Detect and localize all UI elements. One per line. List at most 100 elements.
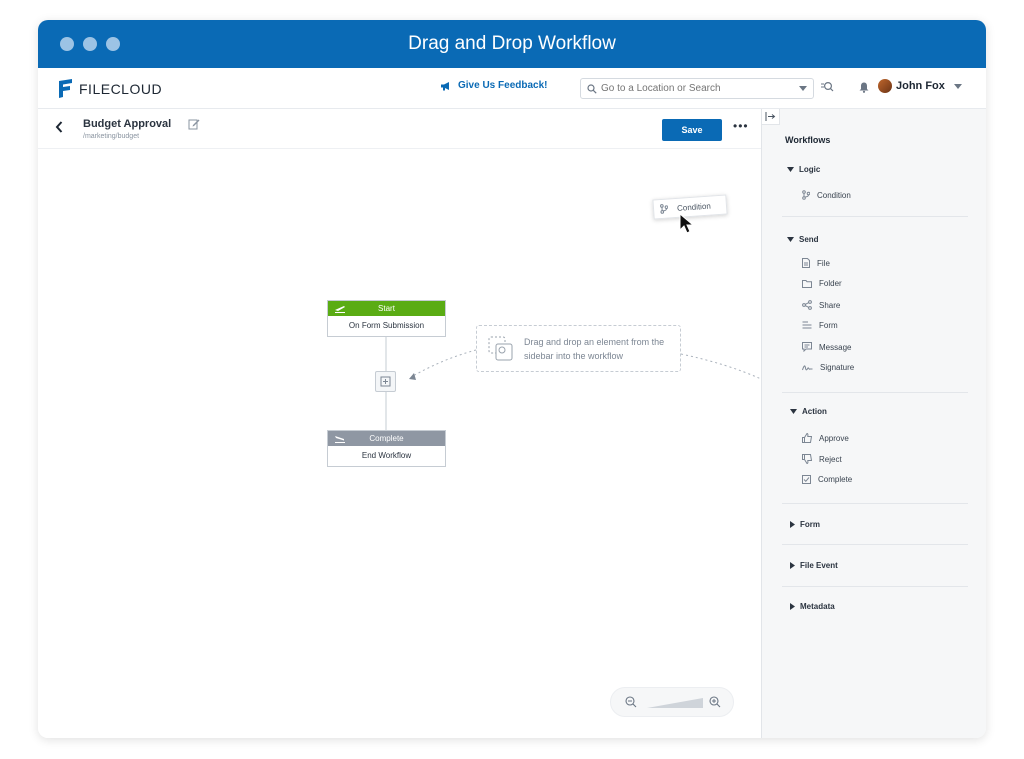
divider	[782, 586, 968, 587]
drop-hint-text: Drag and drop an element from the sideba…	[524, 337, 665, 361]
group-label: Send	[799, 235, 819, 244]
sidebar-title: Workflows	[785, 135, 831, 145]
item-label: Form	[819, 321, 838, 330]
logo-text: FILECLOUD	[79, 80, 163, 97]
divider	[782, 392, 968, 393]
workflow-canvas[interactable]: Start On Form Submission Complete End Wo…	[38, 149, 761, 738]
group-logic[interactable]: Logic	[787, 165, 820, 174]
start-node[interactable]: Start On Form Submission	[327, 300, 446, 337]
sidebar-item-file[interactable]: File	[802, 258, 830, 268]
caret-right-icon	[790, 562, 795, 569]
filecloud-logo[interactable]: FILECLOUD	[58, 78, 162, 99]
caret-down-icon	[787, 167, 794, 172]
item-label: Folder	[819, 279, 842, 288]
item-label: Approve	[819, 433, 849, 443]
workflow-editor: Budget Approval /marketing/budget Save •…	[38, 109, 761, 738]
item-label: File	[817, 258, 830, 268]
zoom-slider[interactable]	[647, 697, 705, 709]
item-label: Share	[819, 300, 841, 310]
save-button[interactable]: Save	[662, 119, 722, 141]
divider	[782, 544, 968, 545]
feedback-link[interactable]: Give Us Feedback!	[440, 80, 547, 91]
zoom-out-icon[interactable]	[625, 696, 637, 708]
group-send[interactable]: Send	[787, 235, 819, 244]
drop-hint: Drag and drop an element from the sideba…	[476, 325, 681, 372]
complete-node-label: End Workflow	[361, 451, 412, 460]
workflow-header: Budget Approval /marketing/budget Save •…	[38, 109, 761, 149]
branch-icon	[802, 190, 810, 200]
window-title: Drag and Drop Workflow	[408, 33, 616, 54]
sidebar-item-approve[interactable]: Approve	[802, 433, 849, 443]
item-label: Complete	[818, 475, 853, 484]
complete-node-title: Complete	[369, 434, 404, 443]
item-label: Signature	[820, 363, 855, 372]
sidebar-item-reject[interactable]: Reject	[802, 454, 842, 464]
checkbox-icon	[802, 475, 811, 484]
takeoff-icon	[335, 306, 345, 313]
divider	[782, 503, 968, 504]
sidebar-item-folder[interactable]: Folder	[802, 279, 842, 288]
user-menu[interactable]: John Fox	[878, 79, 962, 93]
group-file-event[interactable]: File Event	[790, 561, 838, 570]
workflow-title: Budget Approval	[83, 118, 172, 130]
collapse-arrow-icon	[765, 112, 776, 121]
landing-icon	[335, 436, 345, 443]
chevron-down-icon	[953, 83, 962, 89]
megaphone-icon	[441, 81, 449, 90]
mouse-pointer-icon	[679, 213, 695, 234]
group-label: File Event	[800, 561, 838, 570]
drag-drop-icon	[488, 336, 513, 361]
caret-right-icon	[790, 521, 795, 528]
sidebar-item-condition[interactable]: Condition	[802, 190, 851, 200]
caret-down-icon	[790, 409, 797, 414]
signature-icon	[802, 364, 813, 370]
bell-icon[interactable]	[859, 82, 869, 93]
workflow-path: /marketing/budget	[83, 133, 140, 140]
hint-pointer-line	[680, 353, 761, 380]
avatar	[878, 79, 892, 93]
user-name: John Fox	[896, 80, 945, 92]
group-action[interactable]: Action	[790, 407, 827, 416]
group-form[interactable]: Form	[790, 520, 820, 529]
item-label: Reject	[819, 454, 842, 464]
item-label: Condition	[817, 190, 851, 200]
chevron-down-icon[interactable]	[799, 86, 807, 91]
search-box[interactable]	[580, 78, 814, 99]
group-label: Form	[800, 520, 820, 529]
start-node-header: Start	[328, 301, 445, 316]
group-label: Metadata	[800, 602, 835, 611]
title-bar: Drag and Drop Workflow	[38, 20, 986, 68]
caret-right-icon	[790, 603, 795, 610]
zoom-control	[610, 687, 734, 717]
add-step-button[interactable]	[375, 371, 396, 392]
hint-arrowhead	[409, 373, 416, 380]
more-options-icon[interactable]: •••	[733, 119, 749, 133]
sidebar-item-share[interactable]: Share	[802, 300, 840, 310]
advanced-search-icon[interactable]	[820, 81, 834, 94]
complete-node-header: Complete	[328, 431, 445, 446]
share-icon	[802, 300, 812, 310]
item-label: Message	[819, 342, 852, 352]
zoom-in-icon[interactable]	[709, 696, 721, 708]
search-icon	[587, 83, 597, 94]
thumbs-up-icon	[802, 433, 812, 443]
back-arrow-icon[interactable]	[54, 120, 64, 134]
feedback-label: Give Us Feedback!	[458, 80, 548, 91]
edit-icon[interactable]	[188, 118, 200, 130]
collapse-sidebar-button[interactable]	[762, 109, 780, 125]
sidebar-item-form[interactable]: Form	[802, 321, 838, 330]
branch-icon	[660, 204, 669, 214]
sidebar-item-complete[interactable]: Complete	[802, 475, 852, 484]
group-label: Action	[802, 407, 827, 416]
plus-icon	[380, 376, 391, 387]
folder-icon	[802, 279, 812, 288]
hint-pointer-line	[412, 349, 477, 377]
filecloud-logo-icon	[59, 79, 72, 98]
complete-node[interactable]: Complete End Workflow	[327, 430, 446, 467]
workflows-sidebar: Workflows Logic Condition Send File Fold…	[761, 109, 986, 738]
group-metadata[interactable]: Metadata	[790, 602, 835, 611]
sidebar-item-message[interactable]: Message	[802, 342, 851, 352]
dragged-element-label: Condition	[676, 201, 712, 213]
sidebar-item-signature[interactable]: Signature	[802, 363, 854, 372]
search-input[interactable]	[601, 83, 791, 94]
